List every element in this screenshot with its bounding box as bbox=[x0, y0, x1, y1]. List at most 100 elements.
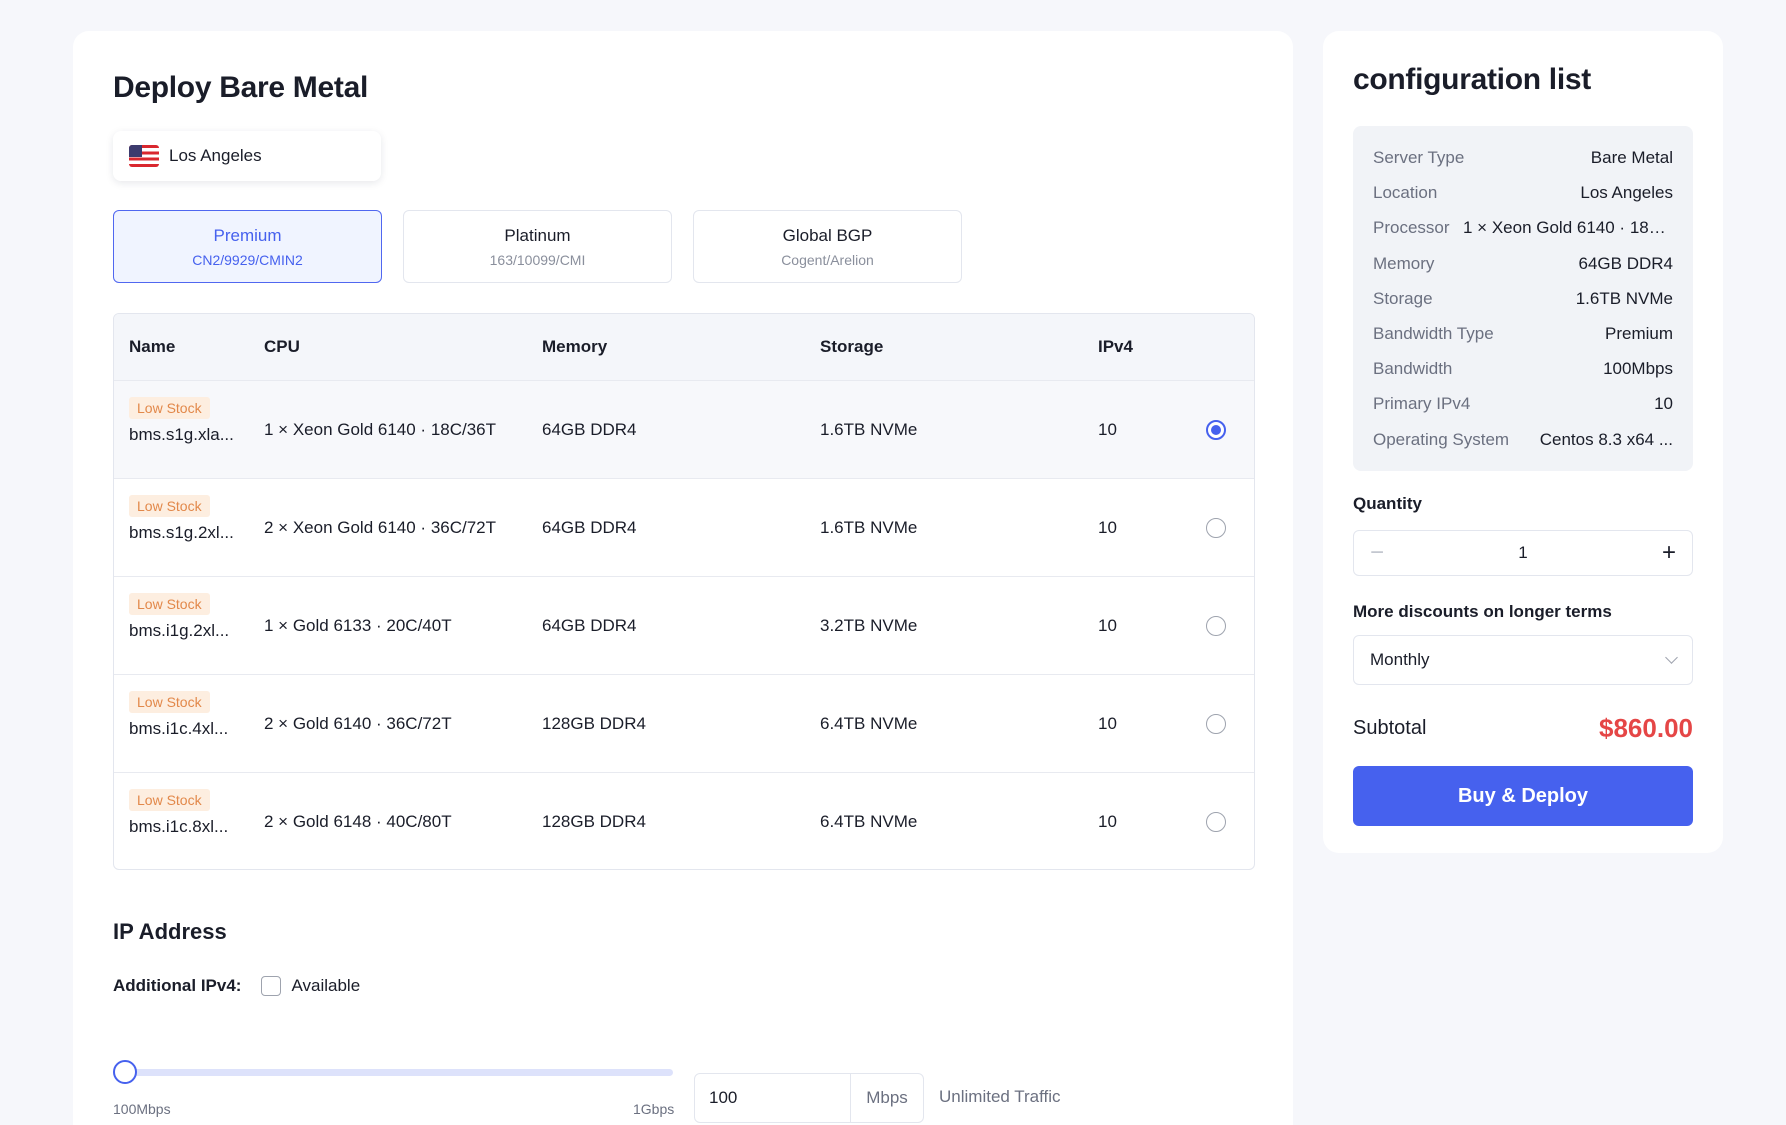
radio-empty-icon[interactable] bbox=[1206, 615, 1226, 636]
config-value: Los Angeles bbox=[1580, 183, 1673, 203]
config-row-primary-ipv4: Primary IPv4 10 bbox=[1373, 394, 1673, 429]
buy-deploy-button[interactable]: Buy & Deploy bbox=[1353, 766, 1693, 826]
memory-cell: 64GB DDR4 bbox=[542, 419, 637, 439]
subtotal-value: $860.00 bbox=[1599, 713, 1693, 743]
storage-cell: 6.4TB NVMe bbox=[820, 811, 918, 831]
additional-ipv4-row: Additional IPv4: Available bbox=[113, 976, 360, 996]
config-value: Centos 8.3 x64 ... bbox=[1539, 429, 1673, 449]
ipv4-cell: 10 bbox=[1098, 713, 1117, 733]
config-key: Operating System bbox=[1373, 429, 1510, 449]
stock-badge: Low Stock bbox=[129, 495, 210, 517]
storage-cell: 3.2TB NVMe bbox=[820, 615, 918, 635]
config-row-os: Operating System Centos 8.3 x64 ... bbox=[1373, 430, 1673, 465]
storage-cell: 1.6TB NVMe bbox=[820, 517, 918, 537]
checkbox-icon[interactable] bbox=[261, 976, 282, 996]
server-name-cell: Low Stock bms.s1g.xla... bbox=[129, 397, 234, 445]
slider-track[interactable] bbox=[113, 1069, 673, 1076]
radio-selected-icon[interactable] bbox=[1206, 419, 1226, 440]
cpu-cell: 2 × Gold 6140 · 36C/72T bbox=[264, 713, 452, 733]
config-value: 64GB DDR4 bbox=[1578, 253, 1673, 273]
config-key: Bandwidth Type bbox=[1373, 323, 1494, 343]
stock-badge: Low Stock bbox=[129, 593, 210, 615]
config-row-bandwidth-type: Bandwidth Type Premium bbox=[1373, 324, 1673, 359]
cpu-cell: 1 × Gold 6133 · 20C/40T bbox=[264, 615, 452, 635]
bandwidth-input[interactable] bbox=[695, 1074, 850, 1122]
table-row[interactable]: Low Stock bms.i1c.4xl... 2 × Gold 6140 ·… bbox=[114, 674, 1254, 772]
config-value: Premium bbox=[1604, 323, 1673, 343]
slider-thumb[interactable] bbox=[113, 1060, 137, 1084]
term-label: More discounts on longer terms bbox=[1353, 602, 1612, 621]
table-row[interactable]: Low Stock bms.i1c.8xl... 2 × Gold 6148 ·… bbox=[114, 772, 1254, 869]
server-name: bms.i1c.8xl... bbox=[129, 817, 229, 836]
config-key: Server Type bbox=[1373, 148, 1465, 167]
header-cpu: CPU bbox=[264, 337, 300, 356]
plan-name: Premium bbox=[213, 225, 282, 245]
config-value: 1 × Xeon Gold 6140 · 18C/... bbox=[1463, 218, 1673, 238]
config-row-location: Location Los Angeles bbox=[1373, 183, 1673, 218]
plan-tab-global-bgp[interactable]: Global BGP Cogent/Arelion bbox=[693, 210, 962, 283]
config-value: 1.6TB NVMe bbox=[1575, 288, 1673, 308]
ipv4-cell: 10 bbox=[1098, 615, 1117, 635]
config-value: 10 bbox=[1654, 394, 1673, 414]
ip-address-heading: IP Address bbox=[113, 919, 227, 944]
config-row-bandwidth: Bandwidth 100Mbps bbox=[1373, 359, 1673, 394]
config-key: Processor bbox=[1373, 218, 1450, 238]
chevron-down-icon bbox=[1665, 651, 1678, 664]
config-value: 100Mbps bbox=[1603, 359, 1673, 379]
server-name-cell: Low Stock bms.i1c.8xl... bbox=[129, 789, 228, 837]
plan-name: Global BGP bbox=[782, 225, 873, 245]
config-row-storage: Storage 1.6TB NVMe bbox=[1373, 289, 1673, 324]
deploy-panel: Deploy Bare Metal Los Angeles Premium CN… bbox=[73, 31, 1293, 1125]
table-row[interactable]: Low Stock bms.i1g.2xl... 1 × Gold 6133 ·… bbox=[114, 576, 1254, 674]
storage-cell: 1.6TB NVMe bbox=[820, 419, 918, 439]
ipv4-cell: 10 bbox=[1098, 419, 1117, 439]
config-key: Memory bbox=[1373, 253, 1435, 273]
plan-tab-premium[interactable]: Premium CN2/9929/CMIN2 bbox=[113, 210, 382, 283]
subtotal-label: Subtotal bbox=[1353, 717, 1427, 739]
memory-cell: 64GB DDR4 bbox=[542, 517, 637, 537]
traffic-note: Unlimited Traffic bbox=[939, 1087, 1061, 1106]
ipv4-cell: 10 bbox=[1098, 517, 1117, 537]
server-name-cell: Low Stock bms.s1g.2xl... bbox=[129, 495, 234, 543]
plan-carriers: 163/10099/CMI bbox=[489, 251, 586, 268]
plan-tab-platinum[interactable]: Platinum 163/10099/CMI bbox=[403, 210, 672, 283]
config-title: configuration list bbox=[1353, 63, 1591, 96]
quantity-stepper: − 1 + bbox=[1353, 530, 1693, 576]
term-value: Monthly bbox=[1370, 650, 1430, 669]
config-key: Primary IPv4 bbox=[1373, 394, 1471, 414]
memory-cell: 128GB DDR4 bbox=[542, 713, 646, 733]
us-flag-icon bbox=[129, 145, 159, 167]
server-name: bms.i1c.4xl... bbox=[129, 719, 229, 738]
radio-empty-icon[interactable] bbox=[1206, 713, 1226, 734]
plus-icon[interactable]: + bbox=[1662, 541, 1676, 565]
config-value: Bare Metal bbox=[1590, 148, 1673, 167]
table-row[interactable]: Low Stock bms.s1g.xla... 1 × Xeon Gold 6… bbox=[114, 380, 1254, 478]
server-name: bms.i1g.2xl... bbox=[129, 621, 230, 640]
term-select[interactable]: Monthly bbox=[1353, 635, 1693, 685]
plan-name: Platinum bbox=[504, 225, 571, 245]
server-name-cell: Low Stock bms.i1c.4xl... bbox=[129, 691, 228, 739]
quantity-value[interactable]: 1 bbox=[1518, 543, 1527, 563]
table-row[interactable]: Low Stock bms.s1g.2xl... 2 × Xeon Gold 6… bbox=[114, 478, 1254, 576]
config-summary: Server Type Bare Metal Location Los Angele… bbox=[1353, 126, 1693, 471]
bandwidth-slider[interactable] bbox=[113, 1060, 673, 1084]
stock-badge: Low Stock bbox=[129, 397, 210, 419]
server-name-cell: Low Stock bms.i1g.2xl... bbox=[129, 593, 229, 641]
table-header: Name CPU Memory Storage IPv4 bbox=[114, 314, 1254, 380]
quantity-label: Quantity bbox=[1353, 494, 1422, 513]
location-label: Los Angeles bbox=[169, 146, 262, 165]
radio-empty-icon[interactable] bbox=[1206, 517, 1226, 538]
minus-icon[interactable]: − bbox=[1370, 541, 1384, 565]
additional-ipv4-label: Additional IPv4: bbox=[113, 976, 242, 995]
radio-empty-icon[interactable] bbox=[1206, 811, 1226, 832]
header-ipv4: IPv4 bbox=[1098, 337, 1133, 356]
config-key: Storage bbox=[1373, 288, 1433, 308]
available-label[interactable]: Available bbox=[291, 976, 360, 996]
memory-cell: 64GB DDR4 bbox=[542, 615, 637, 635]
config-key: Bandwidth bbox=[1373, 359, 1453, 379]
location-selector[interactable]: Los Angeles bbox=[113, 131, 381, 181]
config-row-processor: Processor 1 × Xeon Gold 6140 · 18C/... bbox=[1373, 218, 1673, 253]
slider-min-label: 100Mbps bbox=[113, 1101, 171, 1117]
header-storage: Storage bbox=[820, 337, 884, 356]
stock-badge: Low Stock bbox=[129, 691, 210, 713]
